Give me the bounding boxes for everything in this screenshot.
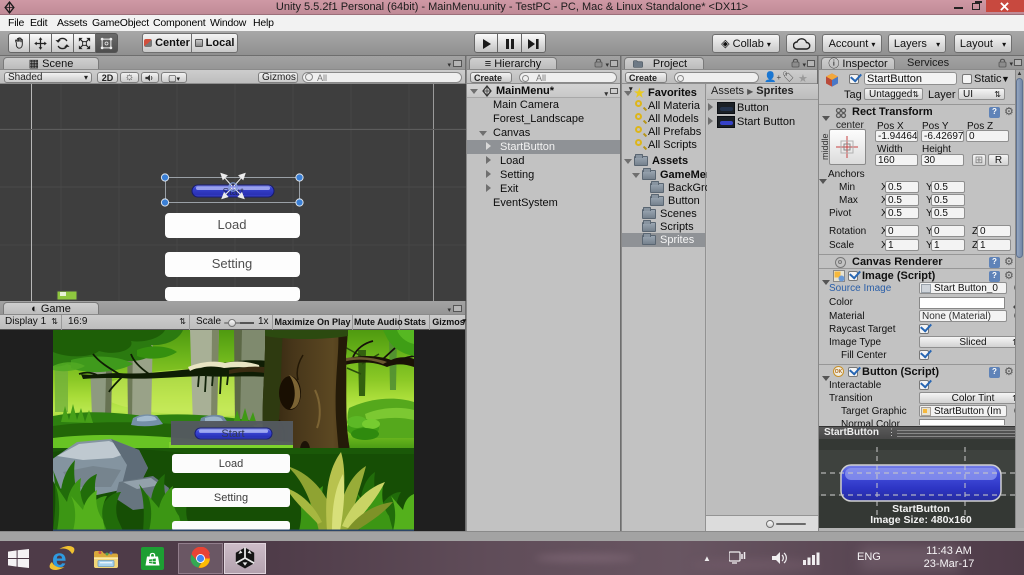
svg-text:Image Size: 480x160: Image Size: 480x160 <box>870 514 972 526</box>
svg-text:Load: Load <box>218 217 247 232</box>
svg-text:Setting: Setting <box>212 256 252 271</box>
svg-text:Load: Load <box>219 458 243 470</box>
svg-text:Setting: Setting <box>214 492 248 504</box>
svg-text:Start: Start <box>221 428 244 440</box>
